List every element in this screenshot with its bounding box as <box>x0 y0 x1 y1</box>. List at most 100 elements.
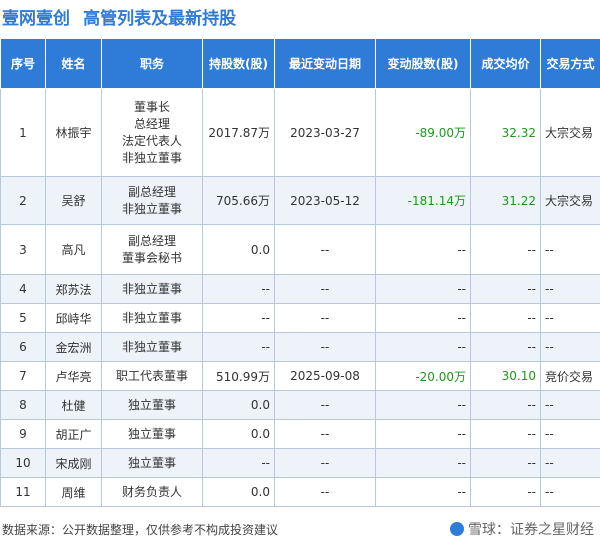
cell-position: 独立董事 <box>101 390 203 420</box>
position-line: 独立董事 <box>127 455 176 470</box>
title-bar: 壹网壹创 高管列表及最新持股 <box>0 0 600 33</box>
cell-position: 非独立董事 <box>101 332 203 362</box>
cell-date: -- <box>274 274 376 304</box>
cell-date: 2023-05-12 <box>274 176 376 225</box>
cell-price: -- <box>470 224 541 275</box>
column-header-change: 变动股数(股) <box>375 38 471 89</box>
cell-name: 高凡 <box>45 224 102 275</box>
position-line: 非独立董事 <box>121 281 182 296</box>
cell-date: -- <box>274 332 376 362</box>
column-header-date: 最近变动日期 <box>274 38 376 89</box>
cell-method: -- <box>540 448 600 478</box>
cell-price: 31.22 <box>470 176 541 225</box>
cell-name: 邱峙华 <box>45 303 102 333</box>
table-row: 6 金宏洲 非独立董事 -- -- -- -- -- <box>0 332 600 362</box>
cell-method: -- <box>540 274 600 304</box>
cell-index: 4 <box>0 274 46 304</box>
cell-change: -- <box>375 332 471 362</box>
brand-text: 雪球：证券之星财经 <box>468 522 594 538</box>
cell-change: -- <box>375 477 471 507</box>
position-line: 非独立董事 <box>121 310 182 325</box>
cell-position: 非独立董事 <box>101 274 203 304</box>
cell-position: 副总经理 非独立董事 <box>101 176 203 225</box>
cell-price: -- <box>470 303 541 333</box>
cell-change: -- <box>375 390 471 420</box>
table-row: 10 宋成刚 独立董事 -- -- -- -- -- <box>0 448 600 478</box>
position-line: 法定代表人 <box>121 133 182 148</box>
cell-method: -- <box>540 419 600 449</box>
cell-name: 卢华亮 <box>45 361 102 391</box>
cell-shares: 705.66万 <box>202 176 275 225</box>
cell-date: -- <box>274 390 376 420</box>
table-body: 1 林振宇 董事长 总经理 法定代表人 非独立董事 2017.87万 2023-03-27 -8… <box>0 88 600 507</box>
cell-index: 9 <box>0 419 46 449</box>
cell-price: 30.10 <box>470 361 541 391</box>
cell-change: -89.00万 <box>375 88 471 177</box>
cell-date: 2023-03-27 <box>274 88 376 177</box>
cell-name: 杜健 <box>45 390 102 420</box>
cell-date: -- <box>274 477 376 507</box>
cell-method: 竞价交易 <box>540 361 600 391</box>
column-header-name: 姓名 <box>45 38 102 89</box>
position-line: 非独立董事 <box>121 201 182 216</box>
cell-change: -- <box>375 303 471 333</box>
cell-price: -- <box>470 332 541 362</box>
position-line: 财务负责人 <box>121 484 182 499</box>
cell-position: 财务负责人 <box>101 477 203 507</box>
cell-index: 1 <box>0 88 46 177</box>
cell-method: 大宗交易 <box>540 88 600 177</box>
cell-index: 3 <box>0 224 46 275</box>
cell-price: -- <box>470 419 541 449</box>
cell-change: -181.14万 <box>375 176 471 225</box>
cell-name: 胡正广 <box>45 419 102 449</box>
table-row: 9 胡正广 独立董事 0.0 -- -- -- -- <box>0 419 600 449</box>
position-line: 职工代表董事 <box>115 368 188 383</box>
cell-shares: -- <box>202 332 275 362</box>
cell-shares: -- <box>202 274 275 304</box>
cell-change: -- <box>375 224 471 275</box>
cell-price: -- <box>470 448 541 478</box>
position-line: 董事长 <box>133 99 170 114</box>
data-source-note: 数据来源：公开数据整理，仅供参考不构成投资建议 <box>2 523 279 537</box>
position-line: 副总经理 <box>127 233 176 248</box>
table-row: 5 邱峙华 非独立董事 -- -- -- -- -- <box>0 303 600 333</box>
brand-label: 雪球：证券之星财经 <box>450 519 594 539</box>
cell-method: -- <box>540 303 600 333</box>
position-line: 独立董事 <box>127 397 176 412</box>
column-header-position: 职务 <box>101 38 203 89</box>
officers-table: 序号 姓名 职务 持股数(股) 最近变动日期 变动股数(股) 成交均价 交易方式… <box>0 38 600 507</box>
page-title: 高管列表及最新持股 <box>83 9 237 29</box>
position-line: 非独立董事 <box>121 339 182 354</box>
table-row: 4 郑苏法 非独立董事 -- -- -- -- -- <box>0 274 600 304</box>
cell-name: 宋成刚 <box>45 448 102 478</box>
column-header-shares: 持股数(股) <box>202 38 275 89</box>
cell-name: 周维 <box>45 477 102 507</box>
table-row: 7 卢华亮 职工代表董事 510.99万 2025-09-08 -20.00万 30.10 竞… <box>0 361 600 391</box>
cell-index: 6 <box>0 332 46 362</box>
cell-date: -- <box>274 419 376 449</box>
table-header-row: 序号 姓名 职务 持股数(股) 最近变动日期 变动股数(股) 成交均价 交易方式 <box>0 38 600 89</box>
company-name: 壹网壹创 <box>2 9 70 29</box>
table-row: 11 周维 财务负责人 0.0 -- -- -- -- <box>0 477 600 507</box>
cell-shares: 2017.87万 <box>202 88 275 177</box>
footer: 数据来源：公开数据整理，仅供参考不构成投资建议 雪球：证券之星财经 <box>0 518 600 539</box>
cell-index: 10 <box>0 448 46 478</box>
cell-position: 董事长 总经理 法定代表人 非独立董事 <box>101 88 203 177</box>
cell-name: 吴舒 <box>45 176 102 225</box>
cell-index: 2 <box>0 176 46 225</box>
table-row: 3 高凡 副总经理 董事会秘书 0.0 -- -- -- -- <box>0 224 600 275</box>
cell-change: -20.00万 <box>375 361 471 391</box>
cell-shares: 0.0 <box>202 419 275 449</box>
cell-change: -- <box>375 448 471 478</box>
cell-position: 副总经理 董事会秘书 <box>101 224 203 275</box>
cell-position: 独立董事 <box>101 419 203 449</box>
cell-index: 5 <box>0 303 46 333</box>
cell-shares: 0.0 <box>202 477 275 507</box>
cell-index: 8 <box>0 390 46 420</box>
cell-price: 32.32 <box>470 88 541 177</box>
position-line: 独立董事 <box>127 426 176 441</box>
cell-position: 非独立董事 <box>101 303 203 333</box>
snowball-icon <box>450 522 464 536</box>
column-header-index: 序号 <box>0 38 46 89</box>
cell-shares: -- <box>202 303 275 333</box>
